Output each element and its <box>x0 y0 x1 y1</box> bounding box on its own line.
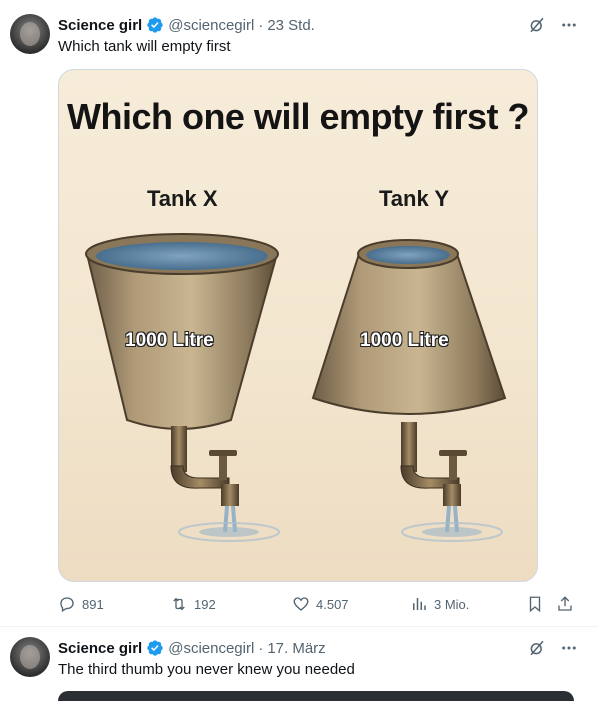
tweet-image[interactable]: Which one will empty first ? Tank X Tank… <box>58 69 538 582</box>
like-button[interactable]: 4.507 <box>292 592 349 616</box>
separator-dot: · <box>258 16 264 34</box>
media-preview-edge[interactable] <box>58 691 574 701</box>
share-icon <box>558 596 572 611</box>
avatar[interactable] <box>10 637 50 677</box>
reply-icon <box>60 597 74 612</box>
tweet-top-actions <box>528 639 578 657</box>
tweet-text: Which tank will empty first <box>58 38 231 55</box>
views-count: 3 Mio. <box>434 596 470 612</box>
tweet-top-actions <box>528 16 578 34</box>
views-icon <box>413 598 426 610</box>
tweet[interactable]: Science girl @sciencegirl · 17. März The… <box>0 627 598 701</box>
tank-y-volume: 1000 Litre <box>360 330 449 351</box>
timestamp[interactable]: 23 Std. <box>267 17 315 34</box>
verified-badge-icon <box>147 640 163 656</box>
share-button[interactable] <box>556 592 574 616</box>
tank-x <box>85 233 280 542</box>
like-count: 4.507 <box>316 596 349 612</box>
tweet-header: Science girl @sciencegirl · 23 Std. <box>58 15 315 35</box>
reply-count: 891 <box>82 596 104 612</box>
retweet-icon <box>173 597 185 611</box>
author-name[interactable]: Science girl <box>58 640 142 657</box>
tank-x-volume: 1000 Litre <box>125 330 214 351</box>
avatar[interactable] <box>10 14 50 54</box>
views-button[interactable]: 3 Mio. <box>410 592 469 616</box>
author-name[interactable]: Science girl <box>58 17 142 34</box>
tweet[interactable]: Science girl @sciencegirl · 23 Std. Whic… <box>0 0 598 627</box>
tweet-header: Science girl @sciencegirl · 17. März <box>58 638 326 658</box>
tank-y <box>311 239 507 542</box>
verified-badge-icon <box>147 17 163 33</box>
retweet-count: 192 <box>194 596 216 612</box>
author-handle[interactable]: @sciencegirl <box>168 640 254 657</box>
bookmark-icon <box>529 596 541 613</box>
timestamp[interactable]: 17. März <box>267 640 325 657</box>
tanks-illustration <box>85 233 507 542</box>
more-icon[interactable] <box>560 16 578 34</box>
tweet-actions: 891 192 4.507 3 Mio. <box>58 592 578 616</box>
grok-icon[interactable] <box>528 16 546 34</box>
more-icon[interactable] <box>560 639 578 657</box>
bookmark-button[interactable] <box>526 592 544 616</box>
like-icon <box>293 597 309 611</box>
author-handle[interactable]: @sciencegirl <box>168 17 254 34</box>
retweet-button[interactable]: 192 <box>170 592 216 616</box>
grok-icon[interactable] <box>528 639 546 657</box>
tweet-text: The third thumb you never knew you neede… <box>58 661 355 678</box>
separator-dot: · <box>258 639 264 657</box>
reply-button[interactable]: 891 <box>58 592 104 616</box>
